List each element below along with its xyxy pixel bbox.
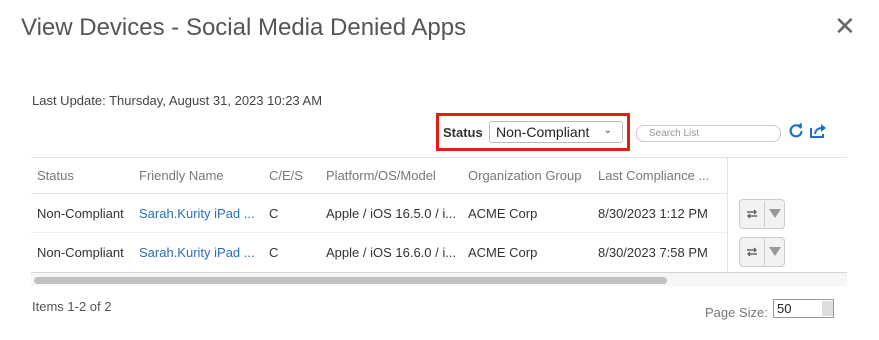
column-header-last-compliance[interactable]: Last Compliance ... [598,168,709,183]
column-header-ces[interactable]: C/E/S [269,168,303,183]
row-1-organization-group: ACME Corp [468,206,538,221]
items-count: Items 1-2 of 2 [32,299,112,314]
export-icon[interactable] [809,123,827,139]
dialog-title: View Devices - Social Media Denied Apps [21,14,467,41]
refresh-icon[interactable] [788,121,804,139]
row-1-last-compliance: 8/30/2023 1:12 PM [598,206,708,221]
column-header-platform[interactable]: Platform/OS/Model [326,168,436,183]
page-size-spinner[interactable] [822,301,833,316]
row-2-friendly-name-link[interactable]: Sarah.Kurity iPad ... [139,245,255,260]
column-header-organization-group[interactable]: Organization Group [468,168,581,183]
row-2-action-dropdown[interactable] [764,239,784,265]
row-2-platform: Apple / iOS 16.6.0 / i... [326,245,457,260]
row-1-status: Non-Compliant [37,206,124,221]
row-2-action-button[interactable] [739,237,785,267]
search-input[interactable]: Search List [636,125,781,142]
page-size-label: Page Size: [705,305,768,320]
row-2-ces: C [269,245,279,260]
row-1-friendly-name-link[interactable]: Sarah.Kurity iPad ... [139,206,255,221]
caret-down-icon [769,247,781,256]
status-filter-value: Non-Compliant [496,124,590,140]
row-1-ces: C [269,206,279,221]
column-header-friendly-name[interactable]: Friendly Name [139,168,224,183]
close-icon[interactable]: ✕ [834,13,856,39]
action-column-divider [727,158,728,272]
scrollbar-thumb[interactable] [34,277,667,284]
status-filter-select[interactable]: Non-Compliant ⌄ [489,121,623,143]
row-1-action-button[interactable] [739,199,785,229]
row-divider [31,232,727,233]
page-size-value: 50 [777,301,792,316]
page-size-input[interactable]: 50 [773,299,834,318]
row-1-platform: Apple / iOS 16.5.0 / i... [326,206,457,221]
status-filter-label: Status [443,125,483,140]
column-header-status[interactable]: Status [37,168,74,183]
row-1-action-dropdown[interactable] [764,201,784,227]
row-2-last-compliance: 8/30/2023 7:58 PM [598,245,708,260]
row-2-status: Non-Compliant [37,245,124,260]
last-update-text: Last Update: Thursday, August 31, 2023 1… [32,93,323,108]
swap-icon [747,209,757,219]
caret-down-icon [769,209,781,218]
chevron-down-icon: ⌄ [603,125,612,136]
row-2-organization-group: ACME Corp [468,245,538,260]
swap-icon [747,247,757,257]
